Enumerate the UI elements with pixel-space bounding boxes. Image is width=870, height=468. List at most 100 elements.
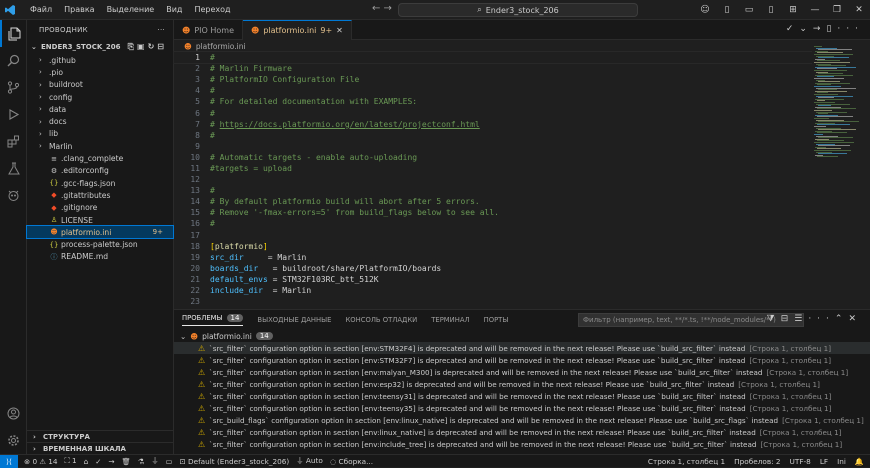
file-item[interactable]: ≡ .clang_complete (27, 152, 173, 164)
code-line[interactable]: 9 (174, 141, 812, 152)
tab-output[interactable]: ВЫХОДНЫЕ ДАННЫЕ (257, 316, 331, 324)
cursor-position[interactable]: Строка 1, столбец 1 (648, 457, 725, 466)
code-line[interactable]: 11 #targets = upload (174, 163, 812, 174)
code-line[interactable]: 5 # For detailed documentation with EXAMP… (174, 96, 812, 107)
pio-test-icon[interactable]: ⚗ (138, 457, 145, 466)
refresh-icon[interactable]: ↻ (148, 42, 158, 51)
problem-item[interactable]: ⚠ `src_filter` configuration option in se… (174, 390, 870, 402)
indentation[interactable]: Пробелов: 2 (734, 457, 780, 466)
minimize-icon[interactable]: — (804, 5, 826, 15)
restore-icon[interactable]: ❐ (826, 5, 848, 15)
tab-ports[interactable]: ПОРТЫ (484, 316, 509, 324)
folder-item[interactable]: › lib (27, 128, 173, 140)
extensions-icon[interactable] (0, 128, 27, 155)
ports-status[interactable]: ⛶ 1 (65, 456, 77, 466)
folder-tools[interactable]: ⎘▣↻⊟ (128, 42, 167, 52)
source-control-icon[interactable] (0, 74, 27, 101)
language-mode[interactable]: Ini (837, 457, 846, 466)
file-item[interactable]: {} process-palette.json (27, 238, 173, 250)
code-line[interactable]: 8 # (174, 130, 812, 141)
layout-panel-icon[interactable]: ▭ (738, 5, 760, 15)
run-icon[interactable]: → (813, 24, 827, 34)
pio-clean-icon[interactable]: 🗑 (122, 457, 131, 466)
close-icon[interactable]: ✕ (336, 26, 343, 35)
pio-serial-icon[interactable]: ⏚ (151, 456, 158, 466)
explorer-icon[interactable] (0, 20, 27, 47)
end-of-line[interactable]: LF (820, 457, 828, 466)
view-as-list-icon[interactable]: ☰ (794, 314, 808, 324)
build-status[interactable]: ◌ Сборка... (330, 457, 373, 466)
code-line[interactable]: 10 # Automatic targets - enable auto-uplo… (174, 152, 812, 163)
more-actions-icon[interactable]: ··· (837, 24, 864, 34)
menu-item[interactable]: Файл (24, 0, 58, 20)
testing-icon[interactable] (0, 155, 27, 182)
code-editor[interactable]: 1 #2 # Marlin Firmware 3 # PlatformIO Config… (173, 50, 813, 317)
maximize-panel-icon[interactable]: ⌃ (835, 314, 849, 324)
breadcrumb-file[interactable]: platformio.ini (196, 42, 246, 51)
file-item[interactable]: ◆ .gitignore (27, 202, 173, 214)
code-line[interactable]: 14 # By default platformio build will abo… (174, 196, 812, 207)
problem-item[interactable]: ⚠ `src_filter` configuration option in se… (174, 342, 870, 355)
problem-item[interactable]: ⚠ `src_filter` configuration option in se… (174, 366, 870, 378)
menu-item[interactable]: Выделение (101, 0, 161, 20)
code-line[interactable]: 12 (174, 174, 812, 185)
problem-item[interactable]: ⚠ `src_filter` configuration option in se… (174, 354, 870, 366)
nav-arrows[interactable]: ← → (372, 3, 392, 14)
search-icon[interactable] (0, 47, 27, 74)
accounts-icon[interactable] (0, 400, 27, 427)
folder-item[interactable]: › docs (27, 115, 173, 127)
more-actions-icon[interactable]: ··· (157, 26, 165, 34)
layout-secondary-icon[interactable]: ▯ (760, 5, 782, 15)
menu-item[interactable]: Правка (58, 0, 100, 20)
code-line[interactable]: 19 src_dir = Marlin (174, 252, 812, 263)
problem-item[interactable]: ⚠ `src_build_flags` configuration option … (174, 415, 870, 427)
file-item[interactable]: ⓘ README.md (27, 251, 173, 263)
tab-problems[interactable]: ПРОБЛЕМЫ 14 (182, 314, 244, 326)
platformio-icon[interactable] (0, 182, 27, 209)
code-line[interactable]: 13 # (174, 185, 812, 196)
file-item[interactable]: ☻ platformio.ini 9+ (26, 225, 174, 240)
code-line[interactable]: 6 # (174, 107, 812, 118)
outline-section[interactable]: › СТРУКТУРА (27, 430, 174, 442)
minimap[interactable] (812, 40, 870, 308)
breadcrumb[interactable]: ☻ platformio.ini (174, 40, 870, 52)
command-center[interactable]: ⌕ Ender3_stock_206 (398, 3, 638, 17)
notifications-icon[interactable]: 🔔 (855, 457, 864, 466)
problem-item[interactable]: ⚠ `src_filter` configuration option in se… (174, 378, 870, 390)
file-item[interactable]: ⚙ .editorconfig (27, 165, 173, 177)
code-line[interactable]: 21 default_envs = STM32F103RC_btt_512K (174, 274, 812, 285)
tab-pio-home[interactable]: ☻ PIO Home (174, 20, 243, 40)
workspace-folder[interactable]: ⌄ ENDER3_STOCK_206 ⎘▣↻⊟ (27, 40, 173, 54)
new-folder-icon[interactable]: ▣ (137, 42, 148, 51)
code-line[interactable]: 7 # https://docs.platformio.org/en/latest… (174, 119, 812, 130)
file-item[interactable]: {} .gcc-flags.json (27, 177, 173, 189)
code-line[interactable]: 17 (174, 230, 812, 241)
code-line[interactable]: 4 # (174, 85, 812, 96)
chevron-down-icon[interactable]: ⌄ (799, 24, 813, 34)
auto-port-status[interactable]: ⏚ Auto (296, 456, 323, 466)
check-icon[interactable]: ✓ (786, 24, 800, 34)
collapse-all-icon[interactable]: ⊟ (157, 42, 167, 51)
copilot-icon[interactable]: ☺ (694, 5, 716, 15)
close-icon[interactable]: ✕ (848, 314, 862, 324)
problem-item[interactable]: ⚠ `src_filter` configuration option in se… (174, 402, 870, 414)
code-line[interactable]: 1 # (173, 50, 813, 65)
folder-item[interactable]: › buildroot (27, 79, 173, 91)
more-actions-icon[interactable]: ··· (808, 314, 835, 324)
folder-item[interactable]: › Marlin (27, 140, 173, 152)
problems-group[interactable]: ⌄ ☻ platformio.ini 14 (174, 330, 870, 342)
pio-env-status[interactable]: ⊡ Default (Ender3_stock_206) (180, 457, 290, 466)
code-line[interactable]: 15 # Remove '-fmax-errors=5' from build_f… (174, 207, 812, 218)
pio-terminal-icon[interactable]: ▭ (166, 457, 173, 466)
layout-sidebar-icon[interactable]: ▯ (716, 5, 738, 15)
code-line[interactable]: 16 # (174, 218, 812, 229)
code-line[interactable]: 2 # Marlin Firmware (174, 63, 812, 74)
tab-platformio-ini[interactable]: ☻ platformio.ini 9+ ✕ (243, 20, 352, 40)
code-line[interactable]: 20 boards_dir = buildroot/share/PlatformI… (174, 263, 812, 274)
pio-build-icon[interactable]: ✓ (95, 457, 101, 466)
folder-item[interactable]: › .pio (27, 66, 173, 78)
close-icon[interactable]: ✕ (848, 5, 870, 15)
customize-layout-icon[interactable]: ⊞ (782, 5, 804, 15)
folder-item[interactable]: › .github (27, 54, 173, 66)
problem-item[interactable]: ⚠ `src_filter` configuration option in se… (174, 427, 870, 439)
